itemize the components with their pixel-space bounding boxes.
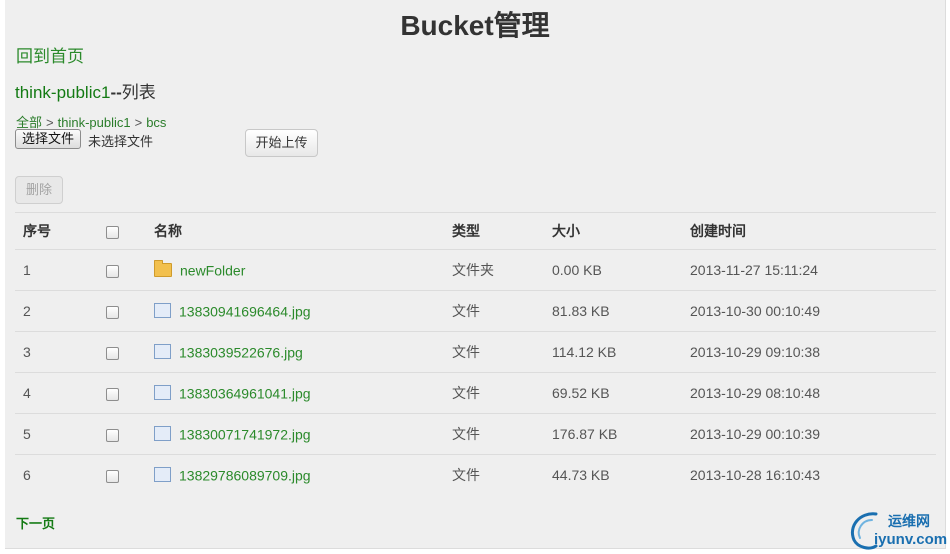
folder-icon <box>154 259 172 277</box>
file-table: 序号 名称 类型 大小 创建时间 1 newFolder 文件夹 0.00 KB… <box>15 212 936 495</box>
row-name-link[interactable]: newFolder <box>180 263 245 279</box>
header-type: 类型 <box>444 212 544 250</box>
table-row: 5 13830071741972.jpg 文件 176.87 KB 2013-1… <box>15 413 936 455</box>
next-page-link[interactable]: 下一页 <box>16 513 55 532</box>
page-title: Bucket管理 <box>400 10 550 41</box>
row-checkbox[interactable] <box>106 469 119 483</box>
row-checkbox[interactable] <box>106 305 119 319</box>
header-name: 名称 <box>146 212 444 250</box>
row-size: 176.87 KB <box>544 413 682 455</box>
row-name-link[interactable]: 13830071741972.jpg <box>179 427 311 443</box>
file-status-text: 未选择文件 <box>88 134 154 149</box>
row-type: 文件夹 <box>444 249 544 291</box>
file-icon <box>154 467 171 483</box>
row-size: 81.83 KB <box>544 290 682 332</box>
header-select-all <box>98 212 146 250</box>
row-name-cell: 13830941696464.jpg <box>146 290 444 332</box>
table-row: 4 13830364961041.jpg 文件 69.52 KB 2013-10… <box>15 372 936 414</box>
row-select <box>98 331 146 373</box>
row-index: 6 <box>15 454 98 495</box>
header-created: 创建时间 <box>682 212 936 250</box>
table-row: 1 newFolder 文件夹 0.00 KB 2013-11-27 15:11… <box>15 249 936 291</box>
delete-button[interactable]: 删除 <box>15 176 63 204</box>
row-created: 2013-10-30 00:10:49 <box>682 290 936 332</box>
row-name-link[interactable]: 13829786089709.jpg <box>179 468 311 484</box>
row-name-cell: 13830364961041.jpg <box>146 372 444 414</box>
row-checkbox[interactable] <box>106 428 119 442</box>
row-name-cell: 13829786089709.jpg <box>146 454 444 495</box>
select-all-checkbox[interactable] <box>106 225 119 239</box>
breadcrumb-folder[interactable]: bcs <box>146 115 166 130</box>
row-select <box>98 372 146 414</box>
file-icon <box>154 426 171 442</box>
home-link[interactable]: 回到首页 <box>16 42 84 67</box>
choose-file-button[interactable]: 选择文件 <box>15 129 82 149</box>
table-header-row: 序号 名称 类型 大小 创建时间 <box>15 212 936 250</box>
table-row: 2 13830941696464.jpg 文件 81.83 KB 2013-10… <box>15 290 936 332</box>
subtitle-suffix: 列表 <box>121 83 156 102</box>
row-type: 文件 <box>444 454 544 495</box>
row-index: 4 <box>15 372 98 414</box>
row-name-link[interactable]: 13830941696464.jpg <box>179 304 311 320</box>
row-index: 1 <box>15 249 98 291</box>
row-name-link[interactable]: 1383039522676.jpg <box>179 345 303 361</box>
row-select <box>98 413 146 455</box>
breadcrumb-separator: > <box>46 115 54 130</box>
table-row: 6 13829786089709.jpg 文件 44.73 KB 2013-10… <box>15 454 936 495</box>
row-created: 2013-10-29 00:10:39 <box>682 413 936 455</box>
start-upload-button[interactable]: 开始上传 <box>245 129 318 157</box>
row-select <box>98 454 146 495</box>
row-name-cell: 1383039522676.jpg <box>146 331 444 373</box>
header-size: 大小 <box>544 212 682 250</box>
row-index: 2 <box>15 290 98 332</box>
watermark-text-top: 运维网 <box>888 513 930 529</box>
table-row: 3 1383039522676.jpg 文件 114.12 KB 2013-10… <box>15 331 936 373</box>
row-size: 0.00 KB <box>544 249 682 291</box>
bucket-subtitle: think-public1--列表 <box>15 78 156 103</box>
header-index: 序号 <box>15 212 98 250</box>
file-icon <box>154 344 171 360</box>
row-size: 114.12 KB <box>544 331 682 373</box>
row-index: 5 <box>15 413 98 455</box>
breadcrumb-separator: > <box>134 115 143 130</box>
row-type: 文件 <box>444 290 544 332</box>
watermark-logo: 运维网 iyunv.com <box>846 508 948 552</box>
row-type: 文件 <box>444 331 544 373</box>
row-checkbox[interactable] <box>106 264 119 278</box>
row-type: 文件 <box>444 372 544 414</box>
file-icon <box>154 385 171 401</box>
file-icon <box>154 303 171 319</box>
row-index: 3 <box>15 331 98 373</box>
row-checkbox[interactable] <box>106 387 119 401</box>
breadcrumb-all[interactable]: 全部 <box>16 115 42 130</box>
subtitle-separator: -- <box>110 83 122 102</box>
watermark-text-bottom: iyunv.com <box>874 531 948 548</box>
row-created: 2013-11-27 15:11:24 <box>682 249 936 291</box>
breadcrumb-bucket[interactable]: think-public1 <box>58 115 131 130</box>
row-created: 2013-10-29 09:10:38 <box>682 331 936 373</box>
row-type: 文件 <box>444 413 544 455</box>
row-name-cell: 13830071741972.jpg <box>146 413 444 455</box>
row-size: 44.73 KB <box>544 454 682 495</box>
row-created: 2013-10-28 16:10:43 <box>682 454 936 495</box>
bucket-name: think-public1 <box>15 83 111 102</box>
row-name-link[interactable]: 13830364961041.jpg <box>179 386 311 402</box>
row-select <box>98 290 146 332</box>
row-select <box>98 249 146 291</box>
row-size: 69.52 KB <box>544 372 682 414</box>
row-checkbox[interactable] <box>106 346 119 360</box>
row-name-cell: newFolder <box>146 249 444 291</box>
row-created: 2013-10-29 08:10:48 <box>682 372 936 414</box>
